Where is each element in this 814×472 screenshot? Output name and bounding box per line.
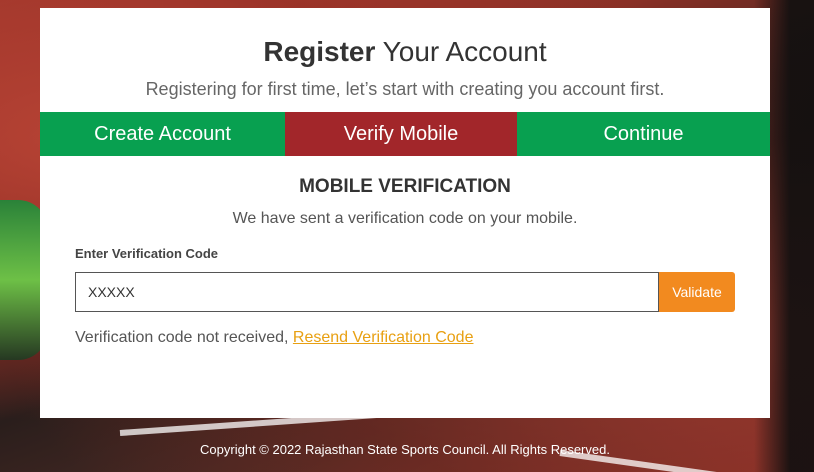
page-subtitle: Registering for first time, let’s start … bbox=[145, 79, 665, 99]
verification-code-input[interactable] bbox=[75, 272, 659, 312]
verification-code-label: Enter Verification Code bbox=[75, 246, 219, 261]
title-rest: Your Account bbox=[375, 36, 547, 67]
section-description: We have sent a verification code on your… bbox=[232, 210, 578, 227]
validate-button[interactable]: Validate bbox=[659, 272, 735, 312]
resend-code-link[interactable]: Resend Verification Code bbox=[293, 329, 474, 346]
title-bold: Register bbox=[263, 36, 376, 67]
page-title: Register Your Account bbox=[40, 36, 770, 68]
step-create-account[interactable]: Create Account bbox=[40, 112, 285, 156]
resend-row: Verification code not received, Resend V… bbox=[75, 329, 473, 347]
footer-copyright: Copyright © 2022 Rajasthan State Sports … bbox=[200, 442, 610, 457]
step-verify-mobile[interactable]: Verify Mobile bbox=[285, 112, 517, 156]
registration-card: Register Your Account Registering for fi… bbox=[40, 8, 770, 418]
step-continue[interactable]: Continue bbox=[517, 112, 770, 156]
section-heading: MOBILE VERIFICATION bbox=[299, 176, 511, 197]
not-received-text: Verification code not received, bbox=[75, 329, 293, 346]
registration-steps: Create Account Verify Mobile Continue bbox=[40, 112, 770, 156]
